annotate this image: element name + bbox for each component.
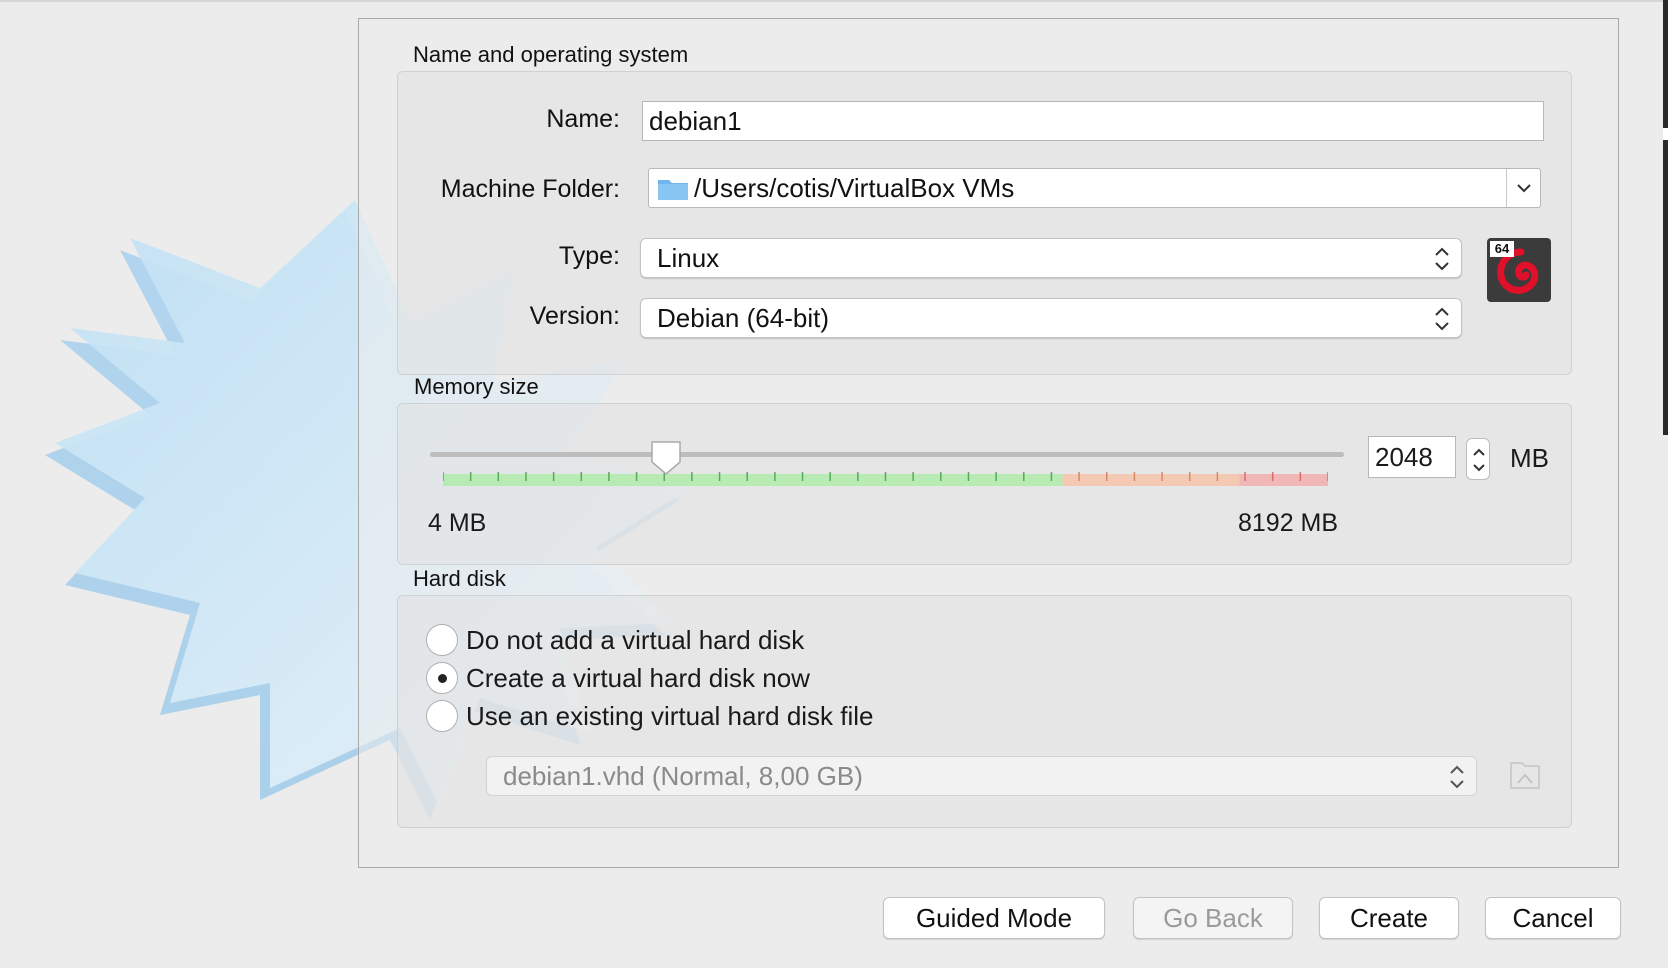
radio-selected-dot bbox=[438, 674, 447, 683]
name-field[interactable]: debian1 bbox=[642, 101, 1544, 141]
existing-disk-value: debian1.vhd (Normal, 8,00 GB) bbox=[503, 761, 863, 791]
radio-label: Create a virtual hard disk now bbox=[466, 663, 810, 693]
memory-stepper[interactable] bbox=[1466, 438, 1490, 480]
version-label: Version: bbox=[529, 302, 620, 330]
radio-button[interactable] bbox=[426, 624, 458, 656]
memory-slider-track[interactable] bbox=[430, 452, 1344, 457]
updown-arrows-icon bbox=[1435, 307, 1449, 331]
background-window-edge bbox=[1663, 0, 1668, 435]
guided-mode-button[interactable]: Guided Mode bbox=[883, 897, 1105, 939]
type-select[interactable]: Linux bbox=[640, 238, 1462, 278]
section-title-memory: Memory size bbox=[414, 374, 539, 399]
memory-unit-label: MB bbox=[1510, 443, 1549, 473]
memory-value-field[interactable]: 2048 bbox=[1368, 436, 1456, 478]
os-bitness-badge: 64 bbox=[1490, 241, 1514, 257]
chevron-down-icon[interactable] bbox=[1506, 169, 1540, 207]
radio-button[interactable] bbox=[426, 700, 458, 732]
debian-logo-icon: 64 bbox=[1487, 238, 1551, 302]
radio-button[interactable] bbox=[426, 662, 458, 694]
updown-arrows-icon bbox=[1435, 247, 1449, 271]
section-title-hard-disk: Hard disk bbox=[413, 566, 506, 591]
version-value: Debian (64-bit) bbox=[657, 303, 829, 333]
memory-slider-knob[interactable] bbox=[650, 440, 682, 476]
radio-label: Do not add a virtual hard disk bbox=[466, 625, 805, 655]
cancel-button[interactable]: Cancel bbox=[1485, 897, 1621, 939]
type-value: Linux bbox=[657, 243, 720, 273]
type-label: Type: bbox=[558, 242, 620, 270]
section-title-name-os: Name and operating system bbox=[413, 42, 689, 67]
existing-disk-select[interactable]: debian1.vhd (Normal, 8,00 GB) bbox=[486, 756, 1477, 796]
machine-folder-combo[interactable]: /Users/cotis/VirtualBox VMs bbox=[648, 168, 1541, 208]
memory-min-label: 4 MB bbox=[428, 509, 487, 537]
radio-label: Use an existing virtual hard disk file bbox=[466, 701, 874, 731]
folder-icon bbox=[657, 177, 689, 201]
machine-folder-label: Machine Folder: bbox=[440, 175, 620, 203]
machine-folder-value: /Users/cotis/VirtualBox VMs bbox=[694, 173, 1015, 203]
name-label: Name: bbox=[546, 105, 620, 133]
updown-arrows-icon bbox=[1450, 765, 1464, 789]
memory-max-label: 8192 MB bbox=[1238, 509, 1339, 537]
version-select[interactable]: Debian (64-bit) bbox=[640, 298, 1462, 338]
go-back-button[interactable]: Go Back bbox=[1133, 897, 1293, 939]
memory-slider-ticks bbox=[443, 472, 1328, 486]
choose-disk-folder-icon[interactable] bbox=[1508, 757, 1542, 793]
create-button[interactable]: Create bbox=[1319, 897, 1459, 939]
